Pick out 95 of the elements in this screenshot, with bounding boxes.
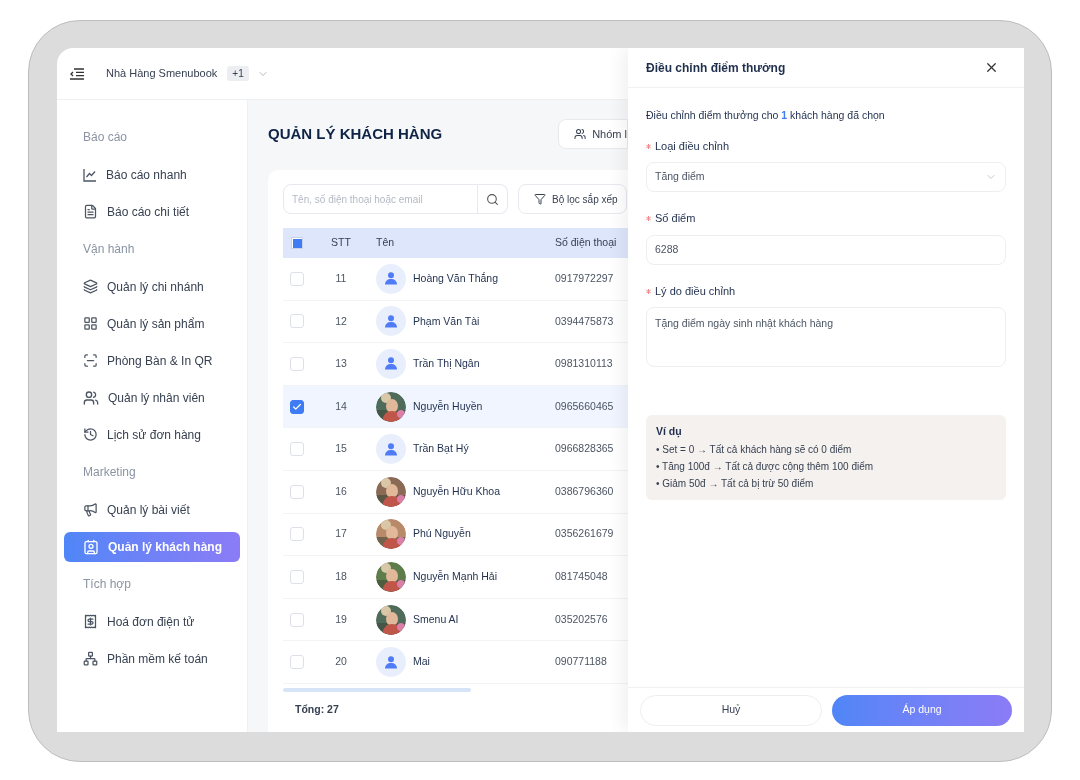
users-icon: [83, 389, 99, 406]
section-label: Marketing: [82, 464, 137, 481]
customer-name: Phạm Văn Tài: [413, 313, 480, 329]
customer-name: Phú Nguyễn: [413, 526, 471, 542]
restaurant-name[interactable]: Nhà Hàng Smenubook: [106, 65, 218, 82]
table-cell-text: 13: [334, 356, 348, 372]
count-badge: +1: [227, 66, 249, 81]
column-header: Tên: [375, 235, 396, 251]
table-cell-text: 12: [334, 313, 348, 329]
sidebar-item[interactable]: Quản lý nhân viên: [64, 382, 240, 413]
section-label: Tích hợp: [82, 576, 132, 593]
menu-icon[interactable]: [70, 67, 84, 80]
field-label: Lý do điều chỉnh: [655, 283, 736, 299]
group-button[interactable]: Nhóm l: [558, 119, 628, 149]
table-cell-text: 19: [334, 611, 348, 627]
sidebar-item[interactable]: Quản lý bài viết: [64, 494, 240, 525]
select-all-checkbox[interactable]: [291, 237, 303, 249]
intro-text: Điều chỉnh điểm thưởng cho 1 khách hàng đã chọn: [646, 108, 886, 123]
section-label: Vận hành: [82, 241, 136, 258]
table-cell-text: 090771188: [554, 654, 607, 670]
megaphone-icon: [83, 502, 98, 517]
customer-name: Hoàng Văn Thắng: [413, 270, 499, 286]
field-label: Loại điều chỉnh: [655, 138, 729, 154]
chart-icon: [83, 167, 97, 182]
user-icon: [385, 442, 397, 456]
sidebar-item[interactable]: Báo cáo chi tiết: [64, 196, 240, 227]
example-line: • Giảm 50đ → Tất cả bị trừ 50 điểm: [656, 477, 815, 491]
table-cell-text: 0981310113: [554, 356, 613, 372]
sidebar-item[interactable]: Phòng Bàn & In QR: [64, 345, 240, 376]
customer-name: Mai: [413, 654, 430, 670]
column-header: STT: [330, 235, 352, 251]
table-cell-text: 0917972297: [554, 270, 614, 286]
table-cell-text: 16: [334, 483, 348, 499]
history-icon: [83, 427, 98, 442]
table-cell-text: 15: [334, 441, 348, 457]
customer-name: Trần Bạt Hý: [413, 441, 469, 457]
user-icon: [385, 357, 397, 371]
customer-name: Trần Thị Ngân: [413, 356, 480, 372]
example-line: • Set = 0 → Tất cả khách hàng sẽ có 0 điểm: [656, 443, 853, 457]
check-icon: [292, 401, 302, 412]
user-icon: [385, 314, 397, 328]
table-cell-text: 035202576: [554, 611, 608, 627]
layers-icon: [83, 279, 98, 294]
sidebar-item[interactable]: Hoá đơn điện tử: [64, 606, 240, 637]
indeterminate-mark: [292, 238, 302, 248]
customer-name: Nguyễn Hữu Khoa: [413, 483, 500, 499]
example-title: Ví dụ: [656, 424, 683, 440]
search-icon: [486, 192, 499, 206]
field-label: Số điểm: [655, 211, 696, 227]
table-cell-text: 0966828365: [554, 441, 614, 457]
customer-name: Nguyễn Huyền: [413, 398, 483, 414]
table-cell-text: 17: [334, 526, 348, 542]
filter-icon: [534, 193, 546, 205]
cancel-button[interactable]: Huỷ: [640, 694, 822, 726]
row-checkbox[interactable]: [290, 399, 304, 414]
user-icon: [385, 272, 397, 286]
network-icon: [83, 651, 98, 666]
table-cell-text: 20: [334, 654, 348, 670]
customer-name: Smenu AI: [413, 611, 459, 627]
table-cell-text: 0965660465: [554, 398, 614, 414]
grid-icon: [83, 316, 98, 331]
scan-icon: [83, 353, 98, 368]
table-cell-text: 18: [334, 569, 348, 585]
type-select[interactable]: Tăng điểm: [646, 162, 1006, 193]
sidebar-item[interactable]: Quản lý sản phẩm: [64, 308, 240, 339]
column-header: Số điện thoại: [554, 235, 617, 251]
table-cell-text: 0356261679: [554, 526, 614, 542]
sidebar-item[interactable]: Lịch sử đơn hàng: [64, 419, 240, 450]
search-button[interactable]: [478, 184, 508, 214]
table-cell-text: 081745048: [554, 569, 608, 585]
table-cell-text: 14: [334, 398, 348, 414]
document-icon: [83, 204, 98, 219]
reason-textarea[interactable]: Tặng điểm ngày sinh nhật khách hàng: [646, 307, 1006, 368]
drawer-title: Điều chỉnh điểm thưởng: [646, 59, 786, 77]
customer-name: Nguyễn Mạnh Hải: [413, 569, 498, 585]
user-icon: [385, 655, 397, 669]
close-icon[interactable]: [984, 60, 999, 75]
points-input[interactable]: 6288: [646, 234, 1006, 265]
table-cell-text: 0394475873: [554, 313, 614, 329]
section-label: Báo cáo: [82, 129, 129, 146]
total-count: Tổng: 27: [294, 701, 340, 717]
page-title: QUẢN LÝ KHÁCH HÀNG: [268, 123, 444, 144]
contact-icon: [83, 538, 99, 555]
scrollbar[interactable]: [283, 687, 471, 692]
sidebar-item[interactable]: Phần mềm kế toán: [64, 643, 240, 674]
table-row[interactable]: 14 Nguyễn Huyền 0965660465: [283, 385, 628, 429]
receipt-icon: [83, 614, 98, 629]
sidebar-item[interactable]: Báo cáo nhanh: [64, 159, 240, 190]
filter-button[interactable]: Bộ lọc sắp xếp: [518, 184, 627, 214]
users-icon: [574, 127, 587, 141]
example-line: • Tăng 100đ → Tất cả được cộng thêm 100 điểm: [656, 460, 875, 474]
table-cell-text: 11: [334, 270, 348, 286]
search-field[interactable]: Tên, số điện thoại hoặc email: [283, 184, 478, 214]
sidebar-item[interactable]: Quản lý chi nhánh: [64, 271, 240, 302]
table-cell-text: 0386796360: [554, 483, 614, 499]
